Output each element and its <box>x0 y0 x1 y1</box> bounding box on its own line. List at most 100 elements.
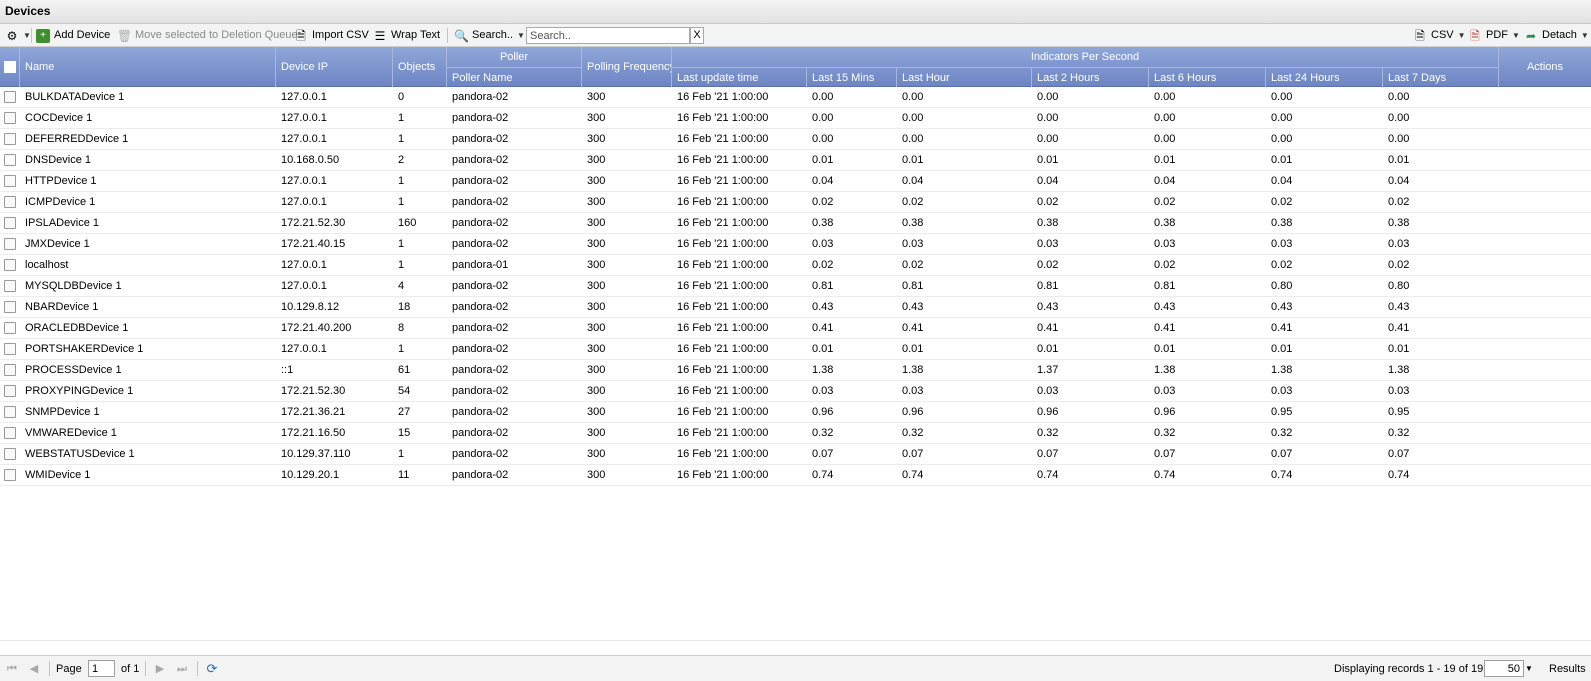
cell-actions[interactable] <box>1499 255 1591 275</box>
cell-actions[interactable] <box>1499 381 1591 401</box>
cell-last-2-hours: 0.02 <box>1037 259 1059 271</box>
table-row[interactable]: DEFERREDDevice 1 127.0.0.1 1 pandora-02 300 1… <box>0 129 1591 150</box>
cell-last-7-days: 0.32 <box>1388 427 1410 439</box>
row-checkbox[interactable] <box>4 469 16 481</box>
column-header-poller-name[interactable]: Poller Name <box>447 67 582 87</box>
table-row[interactable]: IPSLADevice 1 172.21.52.30 160 pandora-02 30… <box>0 213 1591 234</box>
page-size-select[interactable] <box>1484 660 1524 677</box>
search-clear-button[interactable]: X <box>690 27 704 44</box>
page-number-input[interactable] <box>88 660 115 677</box>
csv-export-button[interactable]: 🗎 CSV ▼ <box>1413 26 1465 45</box>
row-checkbox[interactable] <box>4 112 16 124</box>
cell-actions[interactable] <box>1499 423 1591 443</box>
row-checkbox[interactable] <box>4 133 16 145</box>
row-checkbox[interactable] <box>4 238 16 250</box>
last-page-icon[interactable]: ⏭ <box>175 661 189 677</box>
column-header-objects[interactable]: Objects <box>393 47 447 87</box>
search-menu-button[interactable]: 🔍 Search.. ▼ <box>454 26 525 45</box>
column-header-name[interactable]: Name <box>20 47 276 87</box>
column-header-device-ip[interactable]: Device IP <box>276 47 393 87</box>
table-row[interactable]: NBARDevice 1 10.129.8.12 18 pandora-02 300 16… <box>0 297 1591 318</box>
table-row[interactable]: BULKDATADevice 1 127.0.0.1 0 pandora-02 300 1… <box>0 87 1591 108</box>
cell-actions[interactable] <box>1499 192 1591 212</box>
row-checkbox[interactable] <box>4 427 16 439</box>
cell-actions[interactable] <box>1499 213 1591 233</box>
column-header-polling-frequency[interactable]: Polling Frequency <box>582 47 672 87</box>
first-page-icon[interactable]: ⏮ <box>5 661 19 677</box>
row-checkbox[interactable] <box>4 385 16 397</box>
row-checkbox[interactable] <box>4 175 16 187</box>
row-checkbox[interactable] <box>4 154 16 166</box>
table-row[interactable]: MYSQLDBDevice 1 127.0.0.1 4 pandora-02 300 16… <box>0 276 1591 297</box>
column-header-last-15-mins[interactable]: Last 15 Mins <box>807 67 897 87</box>
table-row[interactable]: SNMPDevice 1 172.21.36.21 27 pandora-02 300 1… <box>0 402 1591 423</box>
row-checkbox[interactable] <box>4 406 16 418</box>
refresh-icon[interactable]: ⟳ <box>205 661 219 677</box>
table-row[interactable]: localhost 127.0.0.1 1 pandora-01 300 16 Feb '… <box>0 255 1591 276</box>
chevron-down-icon[interactable]: ▼ <box>1525 661 1533 677</box>
previous-page-icon[interactable]: ◀ <box>27 661 41 677</box>
search-input[interactable] <box>526 27 690 44</box>
table-row[interactable]: VMWAREDevice 1 172.21.16.50 15 pandora-02 30… <box>0 423 1591 444</box>
cell-poller-name: pandora-02 <box>452 154 509 166</box>
table-row[interactable]: PORTSHAKERDevice 1 127.0.0.1 1 pandora-02 30… <box>0 339 1591 360</box>
row-checkbox[interactable] <box>4 343 16 355</box>
cell-actions[interactable] <box>1499 150 1591 170</box>
table-row[interactable]: COCDevice 1 127.0.0.1 1 pandora-02 300 16 Feb… <box>0 108 1591 129</box>
cell-poller-name: pandora-02 <box>452 133 509 145</box>
cell-actions[interactable] <box>1499 87 1591 107</box>
table-row[interactable]: DNSDevice 1 10.168.0.50 2 pandora-02 300 16 F… <box>0 150 1591 171</box>
settings-menu-button[interactable]: ⚙ ▼ <box>5 26 31 45</box>
row-checkbox[interactable] <box>4 364 16 376</box>
cell-actions[interactable] <box>1499 129 1591 149</box>
column-header-last-2-hours[interactable]: Last 2 Hours <box>1032 67 1149 87</box>
column-header-last-24-hours[interactable]: Last 24 Hours <box>1266 67 1383 87</box>
cell-actions[interactable] <box>1499 108 1591 128</box>
cell-actions[interactable] <box>1499 360 1591 380</box>
add-device-button[interactable]: + Add Device <box>36 26 110 45</box>
table-row[interactable]: JMXDevice 1 172.21.40.15 1 pandora-02 300 16 … <box>0 234 1591 255</box>
cell-actions[interactable] <box>1499 297 1591 317</box>
row-checkbox[interactable] <box>4 280 16 292</box>
pdf-export-button[interactable]: 🗎 PDF ▼ <box>1468 26 1520 45</box>
row-checkbox[interactable] <box>4 322 16 334</box>
table-row[interactable]: PROCESSDevice 1::1 61 pandora-02 300 16 Feb … <box>0 360 1591 381</box>
chevron-down-icon: ▼ <box>516 31 525 40</box>
column-header-last-7-days[interactable]: Last 7 Days <box>1383 67 1499 87</box>
cell-name: MYSQLDBDevice 1 <box>25 280 122 292</box>
move-to-deletion-queue-label: Move selected to Deletion Queue <box>135 29 298 41</box>
column-header-last-hour[interactable]: Last Hour <box>897 67 1032 87</box>
cell-last-update-time: 16 Feb '21 1:00:00 <box>677 112 769 124</box>
window-title: Devices <box>0 0 1591 24</box>
cell-actions[interactable] <box>1499 276 1591 296</box>
row-checkbox[interactable] <box>4 91 16 103</box>
table-row[interactable]: ORACLEDBDevice 1 172.21.40.200 8 pandora-02… <box>0 318 1591 339</box>
cell-actions[interactable] <box>1499 402 1591 422</box>
cell-actions[interactable] <box>1499 234 1591 254</box>
cell-last-6-hours: 0.01 <box>1154 343 1176 355</box>
cell-actions[interactable] <box>1499 171 1591 191</box>
cell-actions[interactable] <box>1499 318 1591 338</box>
row-checkbox[interactable] <box>4 448 16 460</box>
wrap-text-button[interactable]: ☰ Wrap Text <box>373 26 441 45</box>
select-all-checkbox[interactable] <box>4 61 16 73</box>
cell-actions[interactable] <box>1499 465 1591 485</box>
table-row[interactable]: HTTPDevice 1 127.0.0.1 1 pandora-02 300 16 Fe… <box>0 171 1591 192</box>
row-checkbox[interactable] <box>4 196 16 208</box>
row-checkbox[interactable] <box>4 301 16 313</box>
move-to-deletion-queue-button[interactable]: 🗑 Move selected to Deletion Queue <box>117 26 298 45</box>
row-checkbox[interactable] <box>4 259 16 271</box>
column-header-last-6-hours[interactable]: Last 6 Hours <box>1149 67 1266 87</box>
table-row[interactable]: WMIDevice 1 10.129.20.1 11 pandora-02 300 16 … <box>0 465 1591 486</box>
next-page-icon[interactable]: ▶ <box>153 661 167 677</box>
cell-actions[interactable] <box>1499 444 1591 464</box>
column-header-last-update-time[interactable]: Last update time <box>672 67 807 87</box>
cell-last-6-hours: 0.07 <box>1154 448 1176 460</box>
table-row[interactable]: ICMPDevice 1 127.0.0.1 1 pandora-02 300 16 Fe… <box>0 192 1591 213</box>
table-row[interactable]: PROXYPINGDevice 1 172.21.52.30 54 pandora-0… <box>0 381 1591 402</box>
cell-actions[interactable] <box>1499 339 1591 359</box>
table-row[interactable]: WEBSTATUSDevice 1 10.129.37.110 1 pandora-0… <box>0 444 1591 465</box>
detach-button[interactable]: ➦ Detach ▼ <box>1524 26 1589 45</box>
row-checkbox[interactable] <box>4 217 16 229</box>
import-csv-button[interactable]: 🗎 Import CSV <box>294 26 369 45</box>
